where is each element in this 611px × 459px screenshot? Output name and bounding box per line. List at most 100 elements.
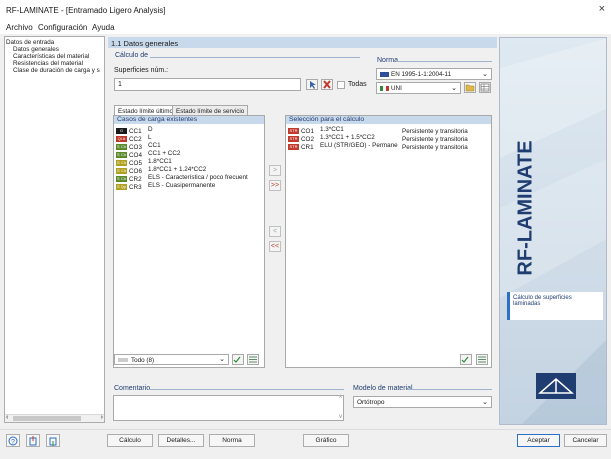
filter-right-button[interactable] xyxy=(476,354,488,365)
filter-left-button[interactable] xyxy=(247,354,259,365)
norma-group-label: Norma xyxy=(377,57,399,64)
selected-load-cases-header: Selección para el cálculo xyxy=(286,116,491,124)
material-model-divider xyxy=(408,389,492,390)
norma-group-divider xyxy=(396,61,492,62)
product-banner: RF-LAMINATE Cálculo de superficies lamin… xyxy=(499,37,607,425)
menu-ayuda[interactable]: Ayuda xyxy=(92,23,115,32)
menu-configuracion[interactable]: Configuración xyxy=(38,23,87,32)
scroll-right-icon[interactable]: › xyxy=(101,414,103,421)
list-item[interactable]: S Ch CO4 CC1 + CC2 xyxy=(116,150,258,159)
annex-select[interactable]: UNI ⌄ xyxy=(376,82,461,94)
filter-swatch xyxy=(118,358,128,362)
load-type-badge: S Qp xyxy=(116,184,127,191)
existing-load-cases-header: Casos de carga existentes xyxy=(114,116,264,124)
load-case-description: 1.3*CC1 + 1.5*CC2 xyxy=(320,134,375,141)
help-button[interactable]: ? xyxy=(6,434,20,447)
calculation-button[interactable]: Cálculo xyxy=(107,434,153,447)
norma-button[interactable]: Norma xyxy=(209,434,255,447)
dialog-footer: ? Cálculo Detalles... Norma Gráfico Acep… xyxy=(0,429,611,451)
folder-icon xyxy=(465,84,475,92)
tree-item-load-duration-class[interactable]: Clase de duración de carga y s xyxy=(13,67,100,74)
details-button[interactable]: Detalles... xyxy=(158,434,204,447)
list-item[interactable]: S Ch CO3 CC1 xyxy=(116,142,258,151)
tree-item-general-data[interactable]: Datos generales xyxy=(13,46,59,53)
comment-textarea[interactable]: ^ v xyxy=(113,395,344,421)
load-case-description: 1.8*CC1 xyxy=(148,158,172,165)
load-case-description: 1.8*CC1 + 1.24*CC2 xyxy=(148,166,207,173)
load-type-badge: STR xyxy=(288,144,299,151)
material-model-label: Modelo de material xyxy=(353,385,413,392)
import-button[interactable] xyxy=(26,434,40,447)
select-surfaces-button[interactable] xyxy=(306,79,318,90)
list-item[interactable]: S Ch CO5 1.8*CC1 xyxy=(116,158,258,167)
situation-type: Persistente y transitoria xyxy=(402,144,468,151)
tree-root[interactable]: Datos de entrada xyxy=(6,39,54,46)
list-item[interactable]: S Ch CO6 1.8*CC1 + 1.24*CC2 xyxy=(116,166,258,175)
surfaces-label: Superficies núm.: xyxy=(114,67,169,74)
tree-item-material-characteristics[interactable]: Características del material xyxy=(13,53,89,60)
accept-button[interactable]: Aceptar xyxy=(517,434,560,447)
brand-text-container: RF-LAMINATE xyxy=(515,113,537,303)
clear-surfaces-button[interactable] xyxy=(321,79,333,90)
material-model-select[interactable]: Ortótropo ⌄ xyxy=(353,396,492,408)
select-all-right-button[interactable] xyxy=(460,354,472,365)
list-item[interactable]: STR CO2 1.3*CC1 + 1.5*CC2 Persistente y tra… xyxy=(288,134,468,143)
brand-caption-box: Cálculo de superficies laminadas xyxy=(507,292,603,320)
chevron-down-icon: ⌄ xyxy=(482,399,488,406)
close-icon[interactable]: × xyxy=(599,3,605,15)
load-case-code: CR1 xyxy=(301,144,314,151)
add-all-button[interactable]: >> xyxy=(269,180,281,191)
filter-select[interactable]: Todo (8) ⌄ xyxy=(114,354,229,365)
cancel-button[interactable]: Cancelar xyxy=(564,434,607,447)
delete-x-icon xyxy=(323,80,331,89)
add-selected-button[interactable]: > xyxy=(269,165,281,176)
annex-value: UNI xyxy=(391,85,402,92)
load-case-description: ELU (STR/GEO) - Permane xyxy=(320,142,398,149)
load-case-description: D xyxy=(148,126,153,133)
scroll-down-icon[interactable]: v xyxy=(339,414,342,420)
table-edit-icon xyxy=(480,83,490,92)
edit-annex-button[interactable] xyxy=(479,82,491,93)
italy-flag-icon xyxy=(380,86,389,91)
menu-archivo[interactable]: Archivo xyxy=(6,23,33,32)
export-icon xyxy=(49,437,57,446)
tree-item-material-resistances[interactable]: Resistencias del material xyxy=(13,60,83,67)
title-bar: RF-LAMINATE - [Entramado Ligero Analysis… xyxy=(0,0,611,21)
cursor-pick-icon xyxy=(310,81,316,89)
help-icon: ? xyxy=(8,436,18,446)
truss-logo-icon xyxy=(536,373,576,399)
tree-horizontal-scrollbar[interactable]: ‹ › xyxy=(5,414,104,422)
list-item[interactable]: Qi A CC2 L xyxy=(116,134,258,143)
list-item[interactable]: S Qp CR3 ELS - Cuasipermanente xyxy=(116,182,258,191)
eu-flag-icon xyxy=(380,72,389,77)
load-case-description: ELS - Característica / poco frecuent xyxy=(148,174,248,181)
remove-all-button[interactable]: << xyxy=(269,241,281,252)
surfaces-value: 1 xyxy=(118,81,122,88)
standard-select[interactable]: EN 1995-1-1:2004-11 ⌄ xyxy=(376,68,492,80)
remove-selected-button[interactable]: < xyxy=(269,226,281,237)
list-item[interactable]: S Ch CR2 ELS - Característica / poco frecu… xyxy=(116,174,258,183)
open-annex-button[interactable] xyxy=(464,82,476,93)
menu-bar: Archivo Configuración Ayuda xyxy=(0,21,611,34)
list-item[interactable]: STR CO1 1.3*CC1 Persistente y transitoria xyxy=(288,126,468,135)
scroll-left-icon[interactable]: ‹ xyxy=(6,414,8,421)
chevron-down-icon: ⌄ xyxy=(482,71,488,78)
select-all-left-button[interactable] xyxy=(232,354,244,365)
scroll-up-icon[interactable]: ^ xyxy=(339,396,342,402)
graphics-button[interactable]: Gráfico xyxy=(303,434,349,447)
export-button[interactable] xyxy=(46,434,60,447)
load-case-description: CC1 xyxy=(148,142,161,149)
standard-value: EN 1995-1-1:2004-11 xyxy=(391,71,452,78)
filter-value: Todo (8) xyxy=(131,356,155,364)
all-checkbox[interactable] xyxy=(337,81,345,89)
list-item[interactable]: STR CR1 ELU (STR/GEO) - Permane Persistente… xyxy=(288,142,468,151)
svg-text:?: ? xyxy=(11,439,15,446)
window-title: RF-LAMINATE - [Entramado Ligero Analysis… xyxy=(6,6,166,15)
brand-caption: Cálculo de superficies laminadas xyxy=(513,295,572,307)
section-title: 1.1 Datos generales xyxy=(111,38,179,48)
list-filter-icon xyxy=(249,356,257,363)
all-label: Todas xyxy=(348,81,367,88)
scroll-thumb[interactable] xyxy=(13,416,81,421)
surfaces-input[interactable]: 1 xyxy=(114,78,301,91)
list-item[interactable]: G CC1 D xyxy=(116,126,258,135)
